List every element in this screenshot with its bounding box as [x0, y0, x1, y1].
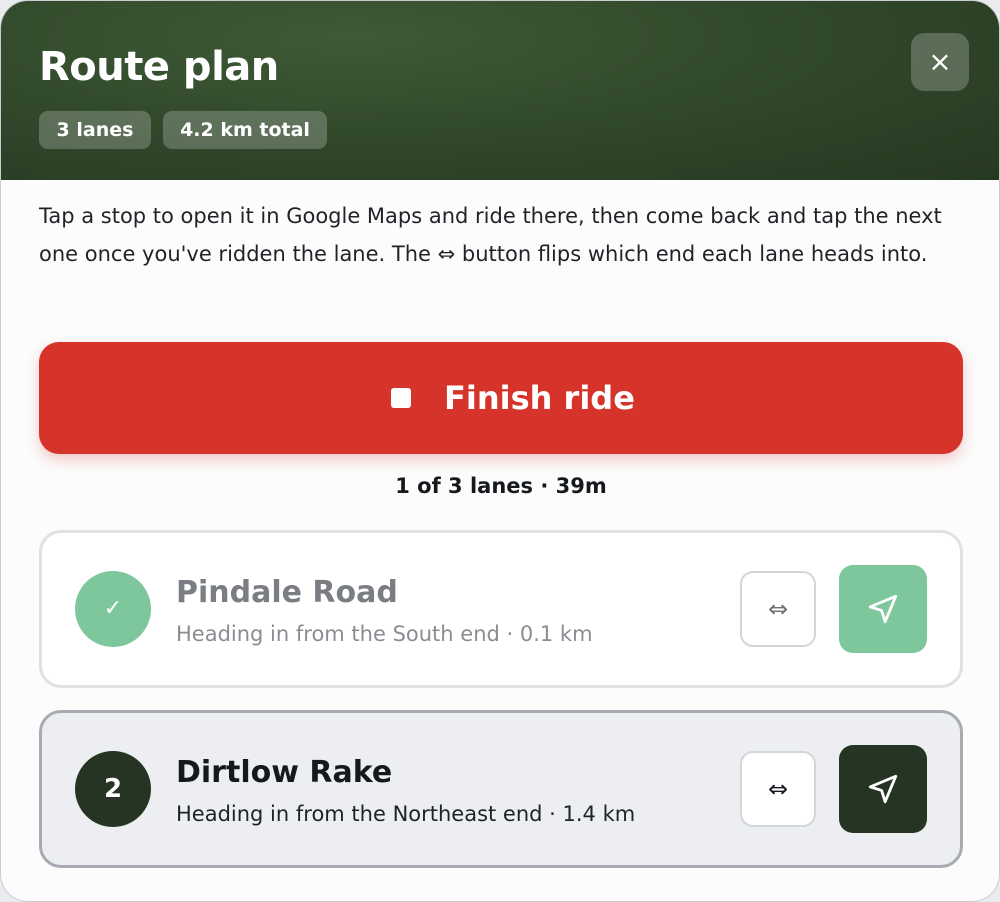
- page-title: Route plan: [39, 44, 279, 90]
- navigate-button[interactable]: [839, 565, 927, 653]
- header: Route plan 3 lanes 4.2 km total ×: [1, 1, 999, 180]
- navigate-button[interactable]: [839, 745, 927, 833]
- lane-detail: Heading in from the South end · 0.1 km: [176, 622, 593, 646]
- lane-card-pindale-road[interactable]: ✓ Pindale Road Heading in from the South…: [39, 530, 963, 688]
- lane-done-check-icon: ✓: [75, 571, 151, 647]
- flip-arrows-icon: ⇔: [767, 595, 789, 623]
- close-button[interactable]: ×: [911, 33, 969, 91]
- close-icon: ×: [928, 45, 952, 78]
- flip-arrows-icon: ⇔: [767, 775, 789, 803]
- navigation-arrow-icon: [868, 594, 898, 624]
- lane-count-chip: 3 lanes: [39, 111, 151, 149]
- lane-detail: Heading in from the Northeast end · 1.4 …: [176, 802, 636, 826]
- finish-ride-button[interactable]: Finish ride: [39, 342, 963, 454]
- lane-name: Pindale Road: [176, 575, 398, 610]
- stop-icon: [391, 388, 411, 408]
- flip-direction-button[interactable]: ⇔: [740, 571, 816, 647]
- flip-direction-button[interactable]: ⇔: [740, 751, 816, 827]
- instructions-text: Tap a stop to open it in Google Maps and…: [39, 204, 942, 266]
- lane-name: Dirtlow Rake: [176, 755, 393, 790]
- route-plan-sheet: Route plan 3 lanes 4.2 km total × Tap a …: [0, 0, 1000, 902]
- lane-card-dirtlow-rake[interactable]: 2 Dirtlow Rake Heading in from the North…: [39, 710, 963, 868]
- finish-ride-label: Finish ride: [444, 379, 635, 417]
- total-distance-chip: 4.2 km total: [163, 111, 327, 149]
- lane-number-badge: 2: [75, 751, 151, 827]
- navigation-arrow-icon: [868, 774, 898, 804]
- ride-progress: 1 of 3 lanes · 39m: [395, 474, 607, 498]
